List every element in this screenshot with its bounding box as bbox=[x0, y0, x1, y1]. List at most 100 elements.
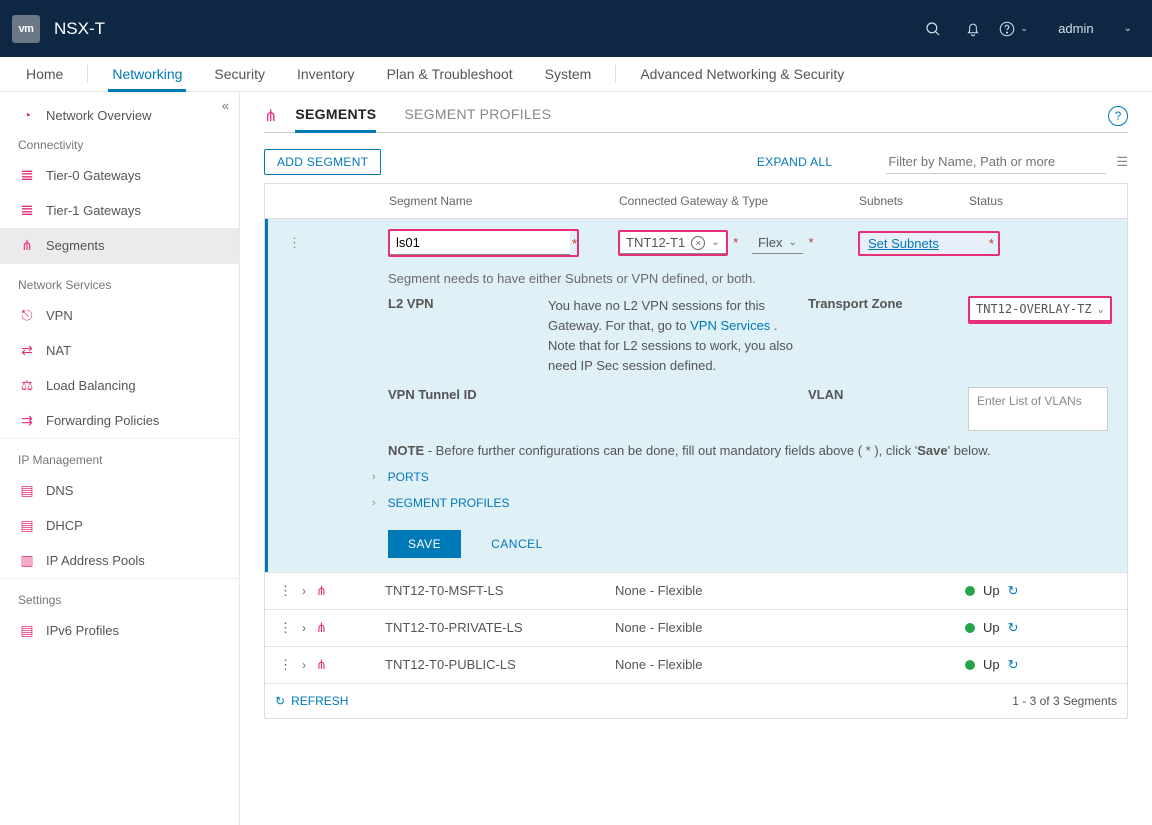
refresh-button[interactable]: ↻REFRESH bbox=[275, 694, 348, 708]
note-text: NOTE - Before further configurations can… bbox=[388, 443, 1127, 458]
sidebar-group-connectivity: Connectivity bbox=[0, 132, 239, 158]
chevron-right-icon: › bbox=[372, 471, 376, 483]
save-button[interactable]: SAVE bbox=[388, 530, 461, 558]
gateway-cell: None - Flexible bbox=[615, 657, 855, 672]
help-icon[interactable]: ⌄ bbox=[996, 12, 1030, 46]
row-menu-icon[interactable]: ⋮ bbox=[279, 620, 292, 636]
segment-hint: Segment needs to have either Subnets or … bbox=[388, 271, 1127, 286]
chevron-down-icon: ⌄ bbox=[711, 237, 719, 248]
sidebar-item-lb[interactable]: ⚖Load Balancing bbox=[0, 368, 239, 403]
segment-name-input[interactable] bbox=[390, 231, 570, 255]
refresh-icon[interactable]: ↻ bbox=[1008, 583, 1019, 599]
sidebar-item-ipv6[interactable]: ▤IPv6 Profiles bbox=[0, 613, 239, 648]
sidebar-item-nat[interactable]: ⇄NAT bbox=[0, 333, 239, 368]
chevron-down-icon: ⌄ bbox=[789, 237, 797, 248]
col-segment-name: Segment Name bbox=[385, 194, 615, 208]
nav-security[interactable]: Security bbox=[198, 57, 281, 91]
row-count: 1 - 3 of 3 Segments bbox=[1012, 694, 1117, 708]
gateway-cell: None - Flexible bbox=[615, 583, 855, 598]
gateway-select[interactable]: TNT12-T1 × ⌄ bbox=[620, 232, 726, 254]
filter-input[interactable] bbox=[886, 150, 1106, 174]
row-menu-icon[interactable]: ⋮ bbox=[279, 583, 292, 599]
router-icon: 𝌆 bbox=[18, 202, 36, 219]
tab-segments[interactable]: SEGMENTS bbox=[295, 106, 376, 126]
expand-all-link[interactable]: EXPAND ALL bbox=[757, 155, 832, 169]
refresh-icon[interactable]: ↻ bbox=[1008, 620, 1019, 636]
required-mark: * bbox=[809, 235, 814, 250]
filter-icon[interactable]: ☰ bbox=[1116, 154, 1128, 170]
table-row[interactable]: ⋮ › ⋔ TNT12-T0-PUBLIC-LS None - Flexible… bbox=[265, 646, 1127, 683]
sidebar-item-dns[interactable]: ▤DNS bbox=[0, 473, 239, 508]
chevron-right-icon: › bbox=[372, 497, 376, 509]
l2vpn-label: L2 VPN bbox=[388, 296, 548, 311]
add-segment-button[interactable]: ADD SEGMENT bbox=[264, 149, 381, 175]
sidebar-item-tier1[interactable]: 𝌆Tier-1 Gateways bbox=[0, 193, 239, 228]
sidebar-item-tier0[interactable]: 𝌆Tier-0 Gateways bbox=[0, 158, 239, 193]
nav-inventory[interactable]: Inventory bbox=[281, 57, 371, 91]
help-icon[interactable]: ? bbox=[1108, 106, 1128, 126]
dns-icon: ▤ bbox=[18, 482, 36, 499]
sidebar-item-ippools[interactable]: ▥IP Address Pools bbox=[0, 543, 239, 578]
vpn-services-link[interactable]: VPN Services bbox=[690, 318, 770, 333]
chevron-down-icon: ⌄ bbox=[1098, 304, 1104, 315]
segments-icon: ⋔ bbox=[316, 620, 327, 636]
segments-icon: ⋔ bbox=[264, 106, 277, 126]
status-dot-icon bbox=[965, 660, 975, 670]
vpn-icon: ⎋ bbox=[18, 307, 36, 324]
dhcp-icon: ▤ bbox=[18, 517, 36, 534]
profiles-expander[interactable]: ›SEGMENT PROFILES bbox=[372, 490, 1127, 516]
refresh-icon[interactable]: ↻ bbox=[1008, 657, 1019, 673]
status-dot-icon bbox=[965, 586, 975, 596]
set-subnets-link[interactable]: Set Subnets bbox=[860, 233, 987, 254]
type-select[interactable]: Flex ⌄ bbox=[752, 232, 803, 254]
required-mark: * bbox=[989, 236, 994, 251]
vlan-input[interactable]: Enter List of VLANs bbox=[968, 387, 1108, 431]
transport-zone-select[interactable]: TNT12-OVERLAY-TZ ⌄ bbox=[970, 298, 1110, 322]
segment-name-cell: TNT12-T0-PUBLIC-LS bbox=[385, 657, 615, 672]
collapse-sidebar-icon[interactable]: « bbox=[222, 98, 229, 113]
table-row[interactable]: ⋮ › ⋔ TNT12-T0-PRIVATE-LS None - Flexibl… bbox=[265, 609, 1127, 646]
product-name: NSX-T bbox=[54, 19, 105, 39]
clear-icon[interactable]: × bbox=[691, 236, 705, 250]
nav-home[interactable]: Home bbox=[10, 57, 79, 91]
chevron-right-icon[interactable]: › bbox=[302, 621, 306, 635]
load-balance-icon: ⚖ bbox=[18, 377, 36, 394]
cancel-button[interactable]: CANCEL bbox=[491, 537, 543, 551]
segment-name-cell: TNT12-T0-PRIVATE-LS bbox=[385, 620, 615, 635]
bell-icon[interactable] bbox=[956, 12, 990, 46]
table-footer: ↻REFRESH 1 - 3 of 3 Segments bbox=[265, 683, 1127, 718]
segments-icon: ⋔ bbox=[316, 657, 327, 673]
row-menu-icon[interactable]: ⋮ bbox=[279, 657, 292, 673]
status-cell: Up ↻ bbox=[965, 620, 1115, 636]
nav-networking[interactable]: Networking bbox=[96, 57, 198, 91]
nav-system[interactable]: System bbox=[529, 57, 608, 91]
sidebar-item-fwp[interactable]: ⇉Forwarding Policies bbox=[0, 403, 239, 438]
sidebar-group-network-services: Network Services bbox=[0, 263, 239, 298]
search-icon[interactable] bbox=[916, 12, 950, 46]
sidebar-item-segments[interactable]: ⋔Segments bbox=[0, 228, 239, 263]
vlan-label: VLAN bbox=[808, 387, 968, 402]
nav-advanced[interactable]: Advanced Networking & Security bbox=[624, 57, 860, 91]
gauge-icon: ◔ bbox=[18, 107, 36, 123]
row-actions[interactable]: ⋮ bbox=[268, 235, 388, 251]
top-nav: Home Networking Security Inventory Plan … bbox=[0, 57, 1152, 92]
ipv6-icon: ▤ bbox=[18, 622, 36, 639]
tab-segment-profiles[interactable]: SEGMENT PROFILES bbox=[404, 106, 551, 126]
ip-pool-icon: ▥ bbox=[18, 552, 36, 569]
segment-edit-row: ⋮ * TNT12-T1 × bbox=[265, 219, 1127, 572]
sidebar-item-overview[interactable]: ◔ Network Overview bbox=[0, 98, 239, 132]
sidebar-item-vpn[interactable]: ⎋VPN bbox=[0, 298, 239, 333]
table-row[interactable]: ⋮ › ⋔ TNT12-T0-MSFT-LS None - Flexible U… bbox=[265, 572, 1127, 609]
chevron-right-icon[interactable]: › bbox=[302, 658, 306, 672]
nav-plan[interactable]: Plan & Troubleshoot bbox=[371, 57, 529, 91]
page-tabs: ⋔ SEGMENTS SEGMENT PROFILES ? bbox=[264, 106, 1128, 133]
sidebar-group-settings: Settings bbox=[0, 578, 239, 613]
ports-expander[interactable]: ›PORTS bbox=[372, 464, 1127, 490]
col-status: Status bbox=[965, 194, 1115, 208]
sidebar-group-ip-mgmt: IP Management bbox=[0, 438, 239, 473]
user-menu[interactable]: admin ⌄ bbox=[1058, 21, 1132, 36]
status-cell: Up ↻ bbox=[965, 583, 1115, 599]
chevron-right-icon[interactable]: › bbox=[302, 584, 306, 598]
status-cell: Up ↻ bbox=[965, 657, 1115, 673]
sidebar-item-dhcp[interactable]: ▤DHCP bbox=[0, 508, 239, 543]
